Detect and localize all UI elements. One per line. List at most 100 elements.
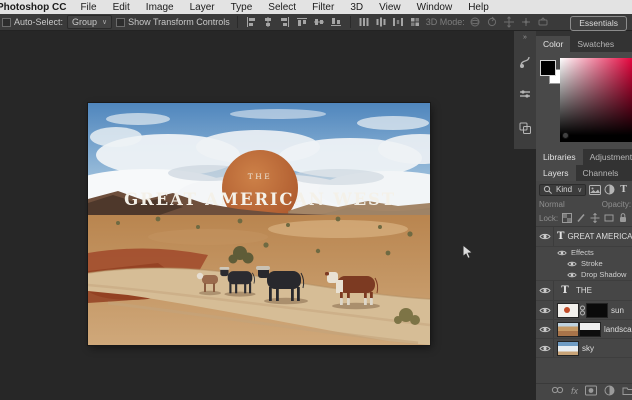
visibility-eye-icon[interactable] xyxy=(536,339,554,357)
lock-artboard-icon[interactable] xyxy=(604,213,614,225)
checkbox-box[interactable] xyxy=(2,17,11,27)
saturation-brightness-picker[interactable] xyxy=(560,58,632,142)
tab-swatches[interactable]: Swatches xyxy=(570,36,621,52)
menu-type[interactable]: Type xyxy=(223,2,261,13)
foreground-color-swatch[interactable] xyxy=(540,60,556,76)
layer-row-the[interactable]: T THE xyxy=(536,281,632,301)
lock-paint-icon[interactable] xyxy=(576,213,586,225)
visibility-eye-icon[interactable] xyxy=(536,320,554,338)
arrange-panel-icon[interactable] xyxy=(518,121,532,140)
visibility-eye-icon[interactable] xyxy=(557,249,567,257)
canvas-subtitle-text[interactable]: THE xyxy=(248,172,273,181)
menu-edit[interactable]: Edit xyxy=(105,2,138,13)
expand-panels-icon[interactable]: » xyxy=(523,34,527,41)
collapsed-panels-strip: » xyxy=(514,31,536,149)
checkbox-box[interactable] xyxy=(116,17,126,27)
menu-view[interactable]: View xyxy=(371,2,409,13)
layer-thumbnail-landscape[interactable] xyxy=(557,321,579,337)
tab-color[interactable]: Color xyxy=(536,36,571,52)
layer-row-landscape[interactable]: landscape xyxy=(536,320,632,339)
align-bottom-edges-icon[interactable] xyxy=(330,16,343,29)
menu-layer[interactable]: Layer xyxy=(182,2,223,13)
layer-name[interactable]: THE xyxy=(576,286,592,295)
3d-slide-icon[interactable] xyxy=(520,16,533,29)
layer-effect-stroke[interactable]: Stroke xyxy=(536,258,632,269)
link-layers-icon[interactable] xyxy=(551,386,564,396)
color-panel-tabs: Color Swatches xyxy=(536,36,632,52)
document-canvas[interactable]: THE GREAT AMERICAN WEST xyxy=(88,103,430,345)
distribute-left-edges-icon[interactable] xyxy=(358,16,371,29)
menu-select[interactable]: Select xyxy=(260,2,304,13)
lock-transparency-icon[interactable] xyxy=(562,212,573,225)
add-layer-mask-icon[interactable] xyxy=(585,385,598,398)
show-transform-checkbox[interactable]: Show Transform Controls xyxy=(116,17,230,27)
3d-drag-icon[interactable] xyxy=(503,16,516,29)
new-group-icon[interactable] xyxy=(622,385,632,397)
menu-3d[interactable]: 3D xyxy=(342,2,371,13)
align-top-edges-icon[interactable] xyxy=(296,16,309,29)
tab-layers[interactable]: Layers xyxy=(536,165,576,181)
layer-style-fx-icon[interactable]: fx xyxy=(571,386,578,396)
layer-row-sun[interactable]: sun xyxy=(536,301,632,320)
filter-type-layers-icon[interactable]: T xyxy=(618,185,629,195)
canvas-title-text[interactable]: GREAT AMERICAN WEST xyxy=(124,190,396,209)
layer-thumbnail-sky[interactable] xyxy=(557,340,579,356)
lock-position-icon[interactable] xyxy=(590,212,600,225)
menu-filter[interactable]: Filter xyxy=(304,2,342,13)
3d-rotate-icon[interactable] xyxy=(469,16,482,29)
tab-libraries[interactable]: Libraries xyxy=(536,149,583,165)
layer-name[interactable]: landscape xyxy=(604,325,632,334)
opacity-label[interactable]: Opacity: xyxy=(602,200,631,209)
mask-link-icon[interactable] xyxy=(579,305,586,316)
layer-mask-thumbnail[interactable] xyxy=(586,302,608,318)
visibility-eye-icon[interactable] xyxy=(567,271,577,279)
visibility-eye-icon[interactable] xyxy=(567,260,577,268)
menu-file[interactable]: File xyxy=(72,2,104,13)
align-right-edges-icon[interactable] xyxy=(279,16,292,29)
auto-select-target-dropdown[interactable]: Group ∨ xyxy=(67,15,113,29)
visibility-eye-icon[interactable] xyxy=(536,301,554,319)
filter-adjustment-layers-icon[interactable] xyxy=(604,184,615,195)
workspace-switcher-button[interactable]: Essentials xyxy=(570,16,627,31)
tab-paths[interactable]: Paths xyxy=(625,165,632,181)
menu-help[interactable]: Help xyxy=(460,2,497,13)
distribute-spacing-icon[interactable] xyxy=(392,16,405,29)
3d-roll-icon[interactable] xyxy=(486,16,499,29)
auto-align-icon[interactable] xyxy=(409,16,422,29)
menu-image[interactable]: Image xyxy=(138,2,182,13)
properties-panel-icon[interactable] xyxy=(518,88,532,107)
distribute-centers-icon[interactable] xyxy=(375,16,388,29)
tab-channels[interactable]: Channels xyxy=(576,165,626,181)
layer-name[interactable]: GREAT AMERICAN WEST xyxy=(567,232,632,241)
color-picker-cursor[interactable] xyxy=(562,132,569,139)
visibility-eye-icon[interactable] xyxy=(536,281,554,300)
3d-scale-icon[interactable] xyxy=(537,16,550,29)
filter-kind-dropdown[interactable]: Kind ∨ xyxy=(539,183,587,196)
layer-effect-drop-shadow[interactable]: Drop Shadow xyxy=(536,269,632,281)
auto-select-checkbox[interactable]: Auto-Select: xyxy=(2,17,63,27)
menu-window[interactable]: Window xyxy=(409,2,461,13)
tab-adjustments[interactable]: Adjustments xyxy=(583,149,632,165)
layer-row-great-american-west[interactable]: T GREAT AMERICAN WEST xyxy=(536,227,632,247)
align-horizontal-centers-icon[interactable] xyxy=(262,16,275,29)
layer-name[interactable]: sky xyxy=(582,344,594,353)
text-layer-icon: T xyxy=(561,285,569,296)
show-transform-label: Show Transform Controls xyxy=(128,17,230,27)
layer-thumbnail-sun[interactable] xyxy=(557,302,579,318)
new-adjustment-layer-icon[interactable] xyxy=(604,385,615,398)
lock-all-icon[interactable] xyxy=(618,212,628,225)
layer-name[interactable]: sun xyxy=(611,306,624,315)
align-left-edges-icon[interactable] xyxy=(245,16,258,29)
layers-panel-tabs: Layers Channels Paths xyxy=(536,165,632,181)
filter-pixel-layers-icon[interactable] xyxy=(589,184,602,195)
blend-mode-row: Normal Opacity: xyxy=(536,198,632,211)
visibility-eye-icon[interactable] xyxy=(536,227,554,246)
app-menu[interactable]: Photoshop CC xyxy=(0,2,72,13)
effect-label: Stroke xyxy=(581,259,603,268)
layer-effects-header[interactable]: Effects xyxy=(536,247,632,258)
align-vertical-centers-icon[interactable] xyxy=(313,16,326,29)
blend-mode-value[interactable]: Normal xyxy=(539,200,565,209)
layer-mask-thumbnail[interactable] xyxy=(579,321,601,337)
layer-row-sky[interactable]: sky xyxy=(536,339,632,358)
brushes-panel-icon[interactable] xyxy=(518,55,532,74)
